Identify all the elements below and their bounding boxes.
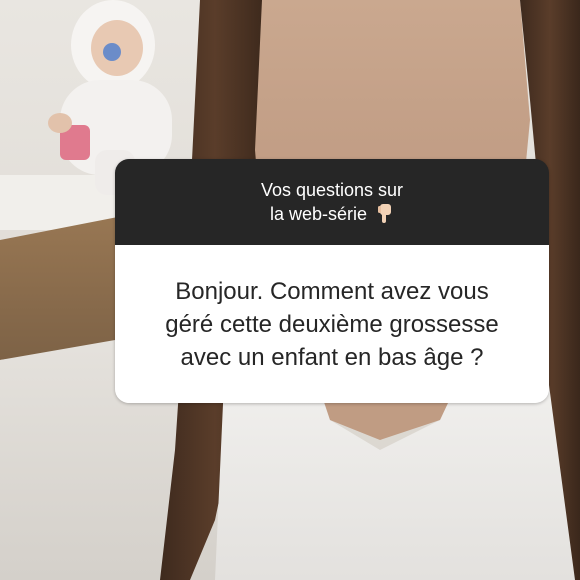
pointing-down-hand-icon: [378, 204, 392, 223]
question-sticker-header: Vos questions sur la web-série: [115, 159, 549, 245]
story-photo-view: Vos questions sur la web-série Bonjour. …: [0, 0, 580, 580]
sticker-header-line-1: Vos questions sur: [260, 180, 404, 200]
question-text: Bonjour. Comment avez vous géré cette de…: [115, 245, 549, 403]
sticker-header-line-2: la web-série: [270, 202, 394, 226]
sticker-header-line-2-text: la web-série: [269, 204, 368, 224]
question-sticker[interactable]: Vos questions sur la web-série Bonjour. …: [115, 159, 549, 403]
